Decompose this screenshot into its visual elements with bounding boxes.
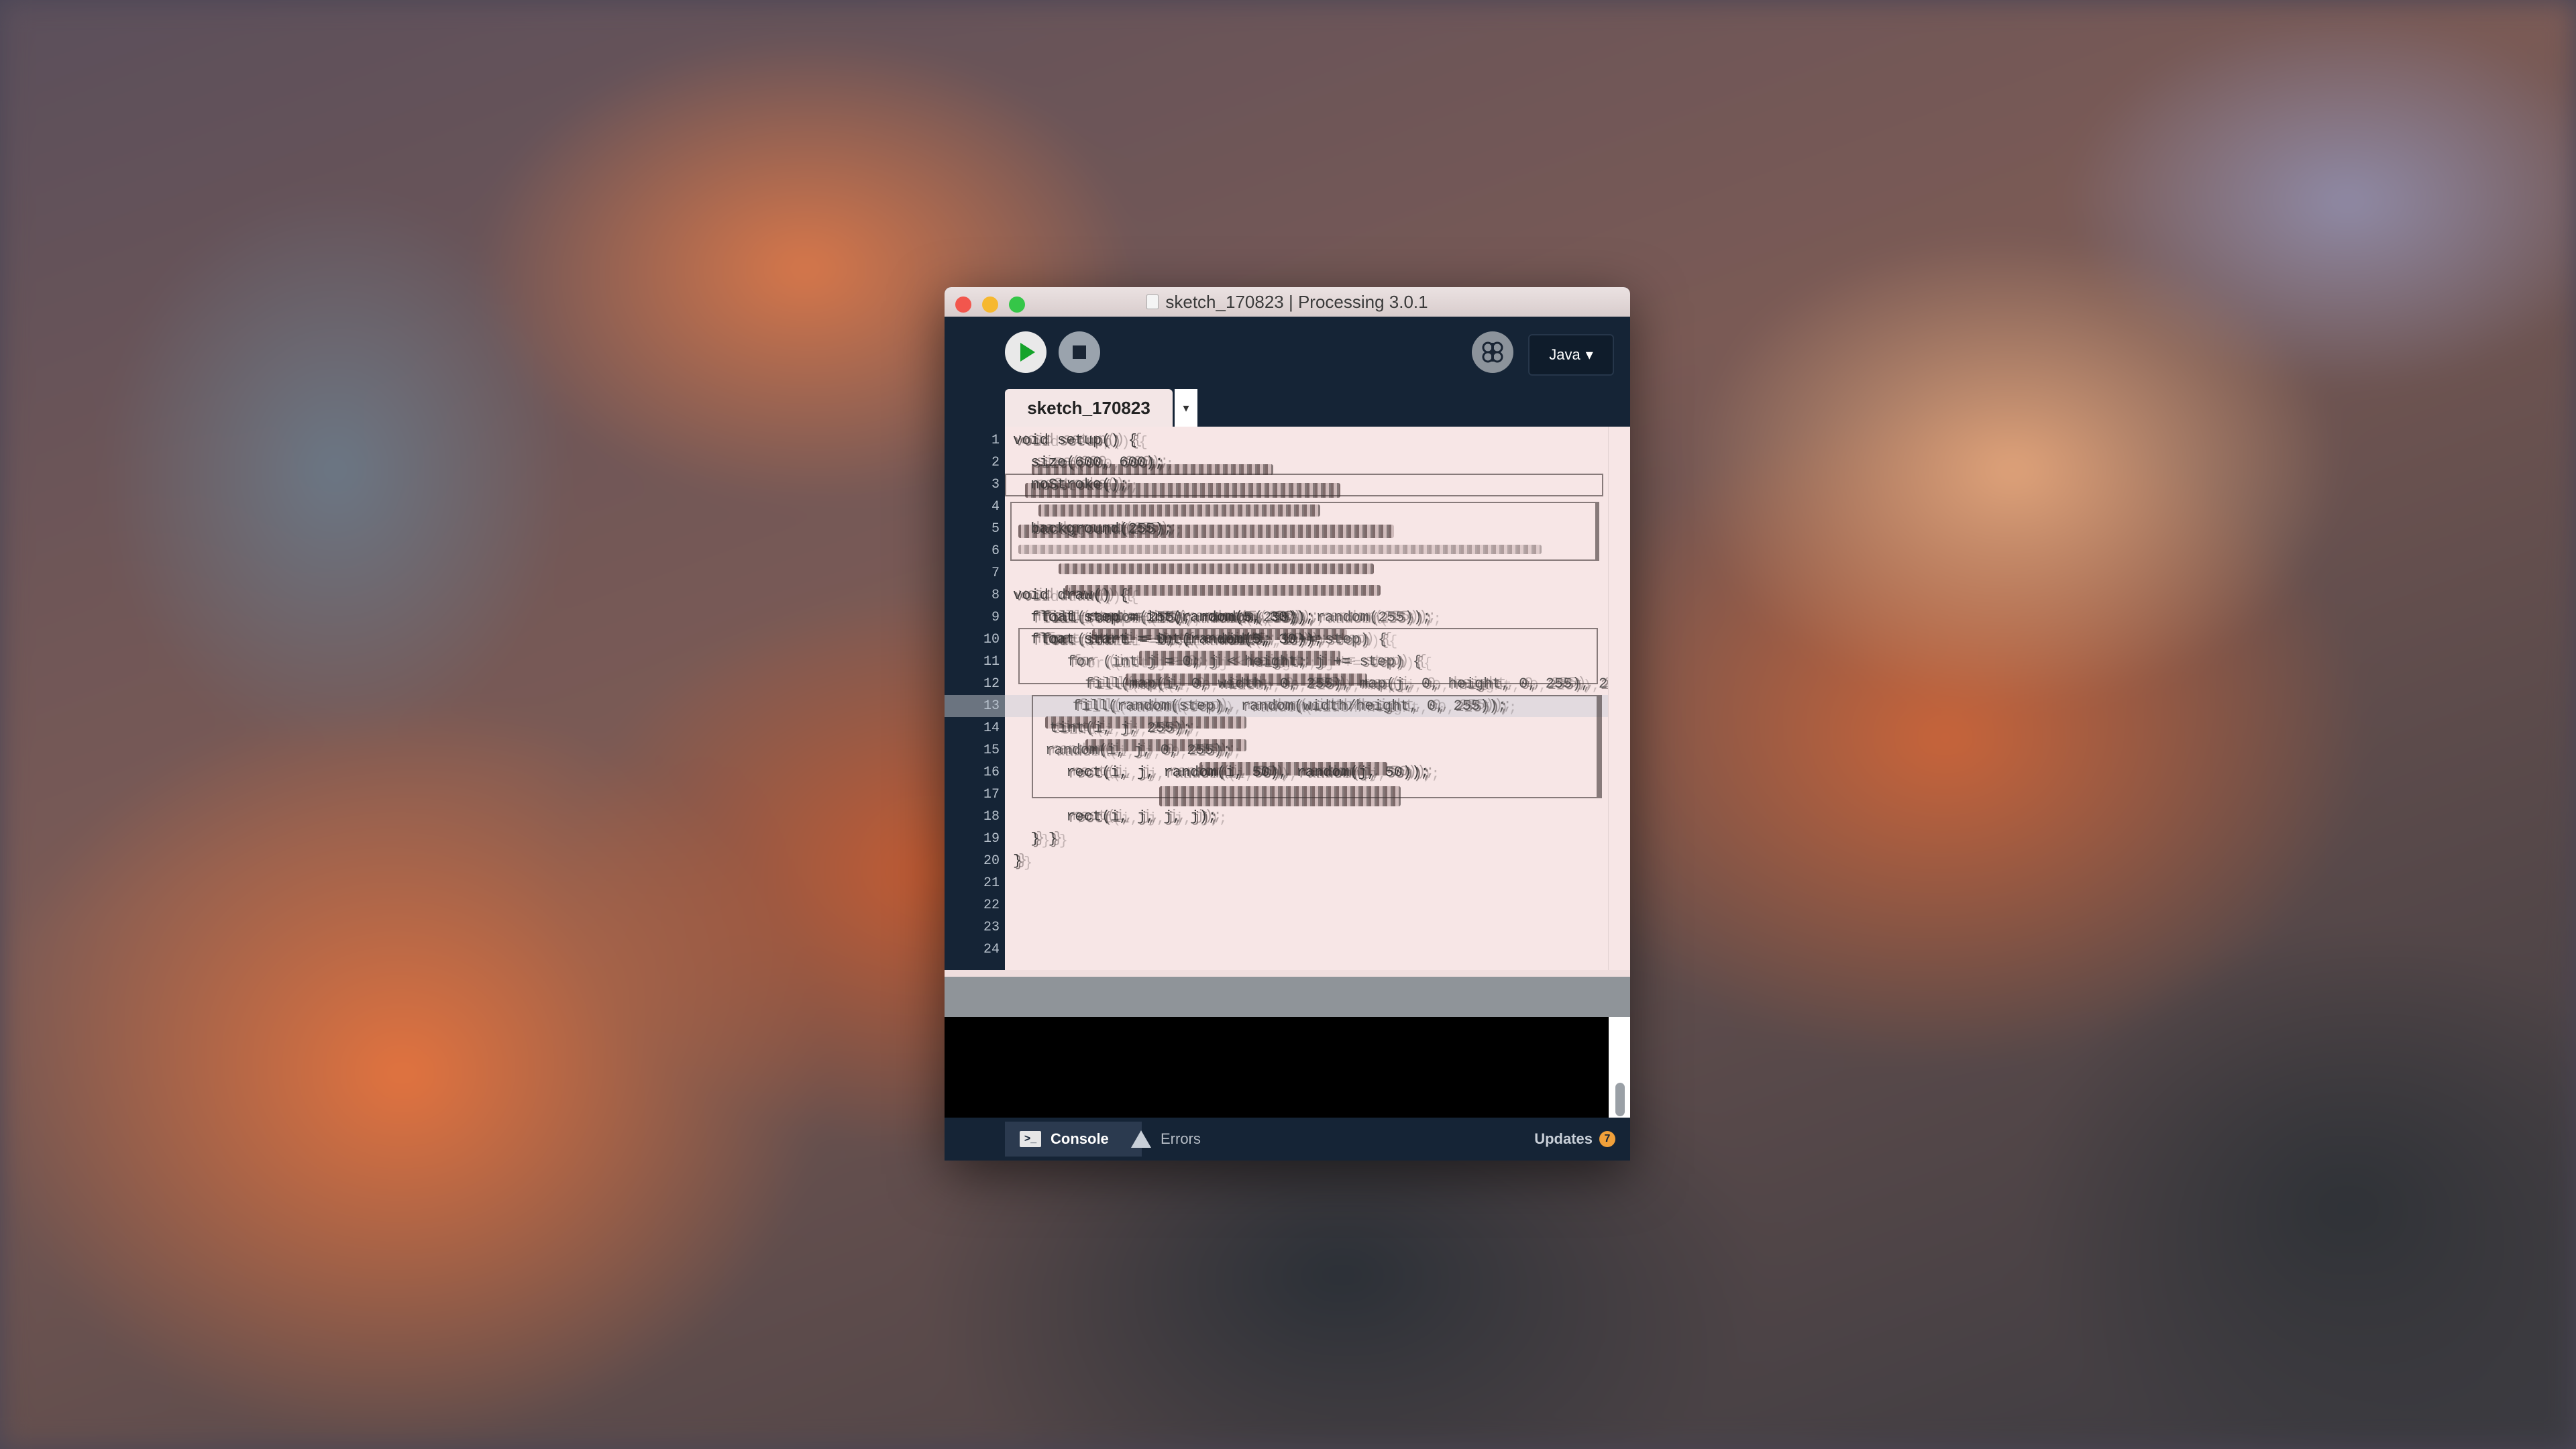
- code-line: noStroke();: [1013, 476, 1128, 493]
- editor-horizontal-scrollbar[interactable]: [945, 970, 1630, 977]
- footer-bar: >_ Console Errors Updates 7: [945, 1118, 1630, 1161]
- line-number: 11: [983, 654, 1000, 669]
- console-tab-label: Console: [1051, 1130, 1109, 1147]
- line-number: 12: [983, 676, 1000, 692]
- code-line-ghost: fill(map(i, 0, width, 0, 255), map(j, 0,…: [1032, 676, 1630, 692]
- zoom-window-button[interactable]: [1009, 297, 1025, 313]
- line-number: 17: [983, 787, 1000, 802]
- line-number: 22: [983, 898, 1000, 913]
- stop-icon: [1073, 345, 1086, 359]
- line-number: 7: [991, 566, 1000, 581]
- tab-sketch[interactable]: sketch_170823: [1005, 389, 1173, 427]
- line-number: 5: [991, 521, 1000, 537]
- line-number: 1: [991, 433, 1000, 448]
- code-line: background(255);: [1013, 521, 1173, 537]
- toolbar: Java ▾: [945, 317, 1630, 386]
- run-button[interactable]: [1005, 331, 1046, 373]
- chevron-down-icon: ▾: [1585, 346, 1593, 363]
- errors-tab[interactable]: Errors: [1116, 1122, 1246, 1157]
- line-number: 8: [991, 588, 1000, 603]
- debugger-butterfly-icon: [1482, 341, 1503, 363]
- code-line: rect(i, j, random(i, 50), random(j, 50))…: [1013, 764, 1430, 781]
- updates-label: Updates: [1534, 1130, 1593, 1147]
- line-number: 16: [983, 765, 1000, 780]
- line-number: 3: [991, 477, 1000, 492]
- terminal-icon: >_: [1020, 1131, 1041, 1147]
- tab-bar: sketch_170823 ▾: [945, 386, 1630, 427]
- render-artifact: [1059, 564, 1374, 574]
- line-number: 4: [991, 499, 1000, 515]
- console-output[interactable]: [945, 1017, 1630, 1118]
- code-line-ghost: for (int j = 0; j < height; j += step) {: [1032, 653, 1421, 670]
- line-number: 23: [983, 920, 1000, 935]
- code-line: rect(i, j, j, j);: [1013, 808, 1217, 825]
- mode-label: Java: [1549, 346, 1580, 363]
- console-scroll-thumb[interactable]: [1615, 1083, 1625, 1116]
- code-line: size(600, 600);: [1013, 454, 1164, 471]
- line-number: 19: [983, 831, 1000, 847]
- line-number: 14: [983, 720, 1000, 736]
- title-bar[interactable]: sketch_170823 | Processing 3.0.1: [945, 287, 1630, 317]
- play-icon: [1020, 343, 1035, 362]
- line-number: 13: [983, 698, 1000, 714]
- code-line-ghost: for (int i = 0; i < width; i += step) {: [1024, 631, 1387, 648]
- code-line: void draw() {: [1013, 587, 1128, 604]
- document-icon: [1146, 294, 1159, 309]
- line-number: 21: [983, 875, 1000, 891]
- line-number: 18: [983, 809, 1000, 824]
- traffic-lights: [955, 297, 1025, 313]
- code-line-ghost: tint(i, j, 255);: [1032, 720, 1191, 737]
- line-number: 6: [991, 543, 1000, 559]
- line-number: 15: [983, 743, 1000, 758]
- warning-icon: [1131, 1130, 1151, 1148]
- console-scrollbar[interactable]: [1609, 1017, 1630, 1118]
- message-area[interactable]: [945, 977, 1630, 1017]
- processing-window: sketch_170823 | Processing 3.0.1 Java ▾ …: [945, 287, 1630, 1161]
- code-line-ghost: fill(random(step), random(width/height, …: [1037, 698, 1507, 714]
- code-line: void setup() {: [1013, 432, 1137, 449]
- line-number: 10: [983, 632, 1000, 647]
- code-line-ghost: random(i, j, 0, 255);: [1045, 742, 1232, 759]
- title-group: sketch_170823 | Processing 3.0.1: [1146, 292, 1428, 313]
- debugger-button[interactable]: [1472, 331, 1513, 373]
- chevron-down-icon: ▾: [1183, 400, 1189, 415]
- line-number: 20: [983, 853, 1000, 869]
- code-line: }: [1013, 853, 1022, 869]
- editor: 1 2 3 4 5 6 7 8 9 10 11 12 13 14 15 16 17 18 19 20 21 22 23 24 …: [945, 427, 1630, 977]
- editor-vertical-scrollbar[interactable]: [1608, 427, 1630, 970]
- line-number: 2: [991, 455, 1000, 470]
- line-number: 9: [991, 610, 1000, 625]
- window-title: sketch_170823 | Processing 3.0.1: [1165, 291, 1428, 312]
- updates-button[interactable]: Updates 7: [1534, 1122, 1615, 1157]
- stop-button[interactable]: [1059, 331, 1100, 373]
- code-line-ghost: fill(random(255), random(255), random(25…: [1024, 609, 1432, 626]
- line-number: 24: [983, 942, 1000, 957]
- errors-tab-label: Errors: [1161, 1130, 1201, 1147]
- line-number-gutter: 1 2 3 4 5 6 7 8 9 10 11 12 13 14 15 16 17 18 19 20 21 22 23 24: [945, 427, 1005, 970]
- code-editor[interactable]: void setup() { size(600, 600); noStroke(…: [1005, 427, 1630, 970]
- tab-menu-button[interactable]: ▾: [1175, 389, 1197, 427]
- updates-badge: 7: [1599, 1131, 1615, 1147]
- minimize-window-button[interactable]: [982, 297, 998, 313]
- close-window-button[interactable]: [955, 297, 971, 313]
- mode-selector[interactable]: Java ▾: [1528, 334, 1614, 376]
- code-line: } }: [1013, 830, 1058, 847]
